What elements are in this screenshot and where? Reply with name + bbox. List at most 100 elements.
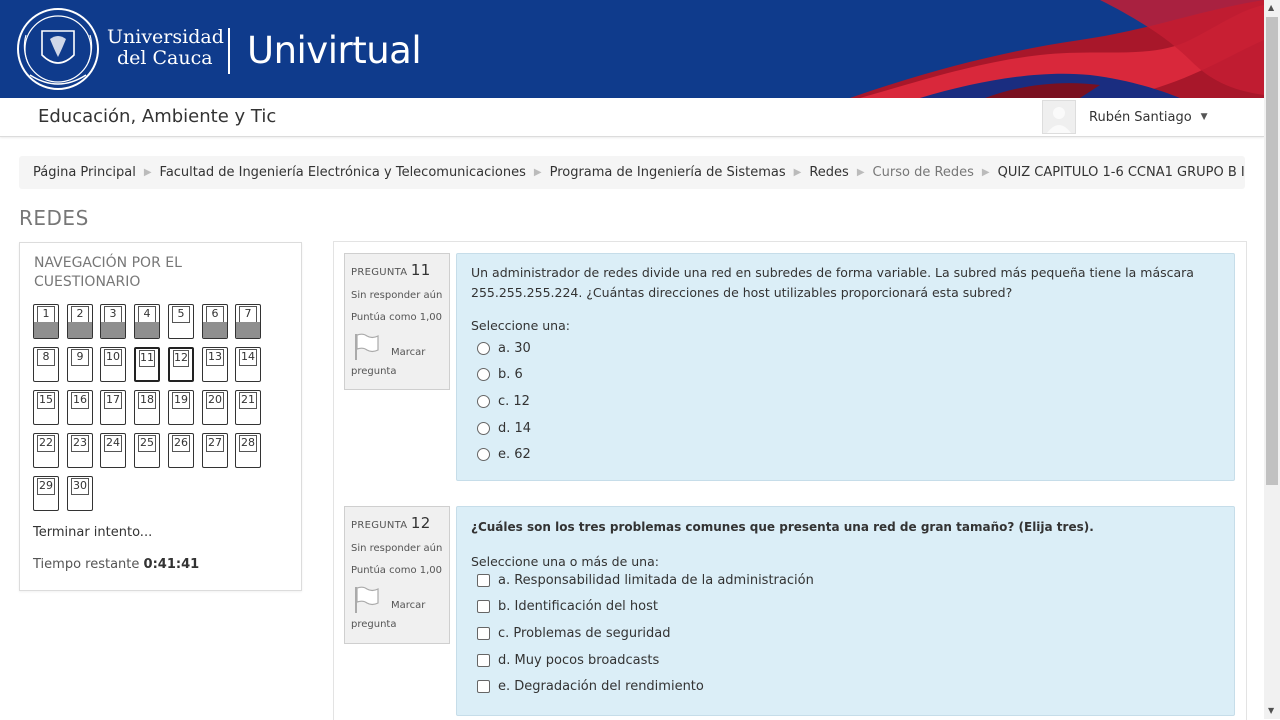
question-nav-number[interactable]: 20 <box>206 392 224 409</box>
question-nav-button[interactable]: 8 <box>33 347 59 382</box>
answer-option[interactable]: c. 12 <box>471 388 1220 415</box>
scroll-up-arrow-icon[interactable]: ▲ <box>1268 3 1274 12</box>
question-nav-number[interactable]: 22 <box>37 435 55 452</box>
option-label[interactable]: d. 14 <box>498 421 531 436</box>
question-nav-button[interactable]: 4 <box>134 304 160 339</box>
flag-label[interactable]: Marcar <box>391 600 425 611</box>
option-label[interactable]: a. 30 <box>498 341 531 356</box>
question-nav-button[interactable]: 26 <box>168 433 194 468</box>
radio-button[interactable] <box>477 448 490 462</box>
scroll-down-arrow-icon[interactable]: ▼ <box>1268 706 1274 715</box>
question-nav-button[interactable]: 17 <box>100 390 126 425</box>
question-nav-button[interactable]: 7 <box>235 304 261 339</box>
question-nav-number[interactable]: 3 <box>104 306 122 323</box>
checkbox[interactable] <box>477 653 490 667</box>
answer-option[interactable]: b. Identificación del host <box>471 594 1220 621</box>
answer-option[interactable]: a. 30 <box>471 335 1220 362</box>
question-nav-number[interactable]: 10 <box>104 349 122 366</box>
question-nav-number[interactable]: 23 <box>71 435 89 452</box>
flag-label-2[interactable]: pregunta <box>351 619 396 630</box>
flag-label-2[interactable]: pregunta <box>351 366 396 377</box>
question-nav-button[interactable]: 18 <box>134 390 160 425</box>
question-nav-number[interactable]: 28 <box>239 435 257 452</box>
question-nav-button[interactable]: 27 <box>202 433 228 468</box>
question-nav-number[interactable]: 7 <box>239 306 257 323</box>
breadcrumb-home[interactable]: Página Principal <box>33 165 136 180</box>
question-nav-button[interactable]: 22 <box>33 433 59 468</box>
checkbox[interactable] <box>477 600 490 614</box>
breadcrumb-category[interactable]: Redes <box>809 165 848 180</box>
flag-question-button[interactable]: Marcar pregunta <box>351 586 449 630</box>
scrollbar-thumb[interactable] <box>1266 17 1278 485</box>
question-nav-button[interactable]: 24 <box>100 433 126 468</box>
question-nav-number[interactable]: 11 <box>139 350 155 367</box>
answer-option[interactable]: d. 14 <box>471 415 1220 442</box>
option-label[interactable]: c. 12 <box>498 394 530 409</box>
question-nav-number[interactable]: 19 <box>172 392 190 409</box>
answer-option[interactable]: c. Problemas de seguridad <box>471 620 1220 647</box>
question-nav-number[interactable]: 1 <box>37 306 55 323</box>
flag-label[interactable]: Marcar <box>391 347 425 358</box>
course-title[interactable]: Educación, Ambiente y Tic <box>38 106 276 127</box>
checkbox[interactable] <box>477 680 490 694</box>
question-nav-number[interactable]: 5 <box>172 306 190 323</box>
question-nav-button[interactable]: 11 <box>134 347 160 382</box>
breadcrumb-quiz[interactable]: QUIZ CAPITULO 1-6 CCNA1 GRUPO B I-2024 <box>998 165 1245 180</box>
finish-attempt-link[interactable]: Terminar intento... <box>33 525 152 540</box>
question-nav-button[interactable]: 12 <box>168 347 194 382</box>
question-nav-button[interactable]: 16 <box>67 390 93 425</box>
question-nav-button[interactable]: 25 <box>134 433 160 468</box>
question-nav-number[interactable]: 2 <box>71 306 89 323</box>
checkbox[interactable] <box>477 573 490 587</box>
option-label[interactable]: d. Muy pocos broadcasts <box>498 653 659 668</box>
question-nav-button[interactable]: 5 <box>168 304 194 339</box>
question-nav-number[interactable]: 27 <box>206 435 224 452</box>
question-nav-number[interactable]: 4 <box>138 306 156 323</box>
checkbox[interactable] <box>477 626 490 640</box>
question-nav-button[interactable]: 14 <box>235 347 261 382</box>
radio-button[interactable] <box>477 368 490 382</box>
user-name[interactable]: Rubén Santiago <box>1089 110 1192 125</box>
question-nav-number[interactable]: 16 <box>71 392 89 409</box>
question-nav-number[interactable]: 18 <box>138 392 156 409</box>
flag-icon[interactable] <box>353 333 381 361</box>
question-nav-button[interactable]: 13 <box>202 347 228 382</box>
question-nav-button[interactable]: 2 <box>67 304 93 339</box>
question-nav-number[interactable]: 13 <box>206 349 224 366</box>
option-label[interactable]: e. 62 <box>498 447 531 462</box>
answer-option[interactable]: a. Responsabilidad limitada de la admini… <box>471 567 1220 594</box>
question-nav-number[interactable]: 30 <box>71 478 89 495</box>
option-label[interactable]: a. Responsabilidad limitada de la admini… <box>498 573 814 588</box>
breadcrumb-faculty[interactable]: Facultad de Ingeniería Electrónica y Tel… <box>160 165 526 180</box>
question-nav-number[interactable]: 14 <box>239 349 257 366</box>
flag-question-button[interactable]: Marcar pregunta <box>351 333 449 377</box>
page-scrollbar[interactable]: ▲ ▼ <box>1264 0 1280 719</box>
radio-button[interactable] <box>477 394 490 408</box>
question-nav-number[interactable]: 24 <box>104 435 122 452</box>
radio-button[interactable] <box>477 421 490 435</box>
question-nav-button[interactable]: 15 <box>33 390 59 425</box>
breadcrumb-program[interactable]: Programa de Ingeniería de Sistemas <box>550 165 786 180</box>
breadcrumb-course[interactable]: Curso de Redes <box>873 165 974 180</box>
radio-button[interactable] <box>477 341 490 355</box>
question-nav-number[interactable]: 12 <box>173 350 189 367</box>
question-nav-number[interactable]: 8 <box>37 349 55 366</box>
question-nav-button[interactable]: 30 <box>67 476 93 511</box>
question-nav-number[interactable]: 9 <box>71 349 89 366</box>
option-label[interactable]: b. Identificación del host <box>498 599 658 614</box>
brand-logo-text[interactable]: Univirtual <box>247 29 422 72</box>
question-nav-button[interactable]: 3 <box>100 304 126 339</box>
flag-icon[interactable] <box>353 586 381 614</box>
question-nav-button[interactable]: 21 <box>235 390 261 425</box>
option-label[interactable]: b. 6 <box>498 367 523 382</box>
question-nav-number[interactable]: 15 <box>37 392 55 409</box>
question-nav-button[interactable]: 23 <box>67 433 93 468</box>
answer-option[interactable]: d. Muy pocos broadcasts <box>471 647 1220 674</box>
answer-option[interactable]: b. 6 <box>471 362 1220 389</box>
user-menu[interactable]: Rubén Santiago ▼ <box>1042 100 1208 134</box>
question-nav-number[interactable]: 25 <box>138 435 156 452</box>
answer-option[interactable]: e. 62 <box>471 441 1220 468</box>
question-nav-button[interactable]: 10 <box>100 347 126 382</box>
option-label[interactable]: c. Problemas de seguridad <box>498 626 671 641</box>
question-nav-number[interactable]: 17 <box>104 392 122 409</box>
